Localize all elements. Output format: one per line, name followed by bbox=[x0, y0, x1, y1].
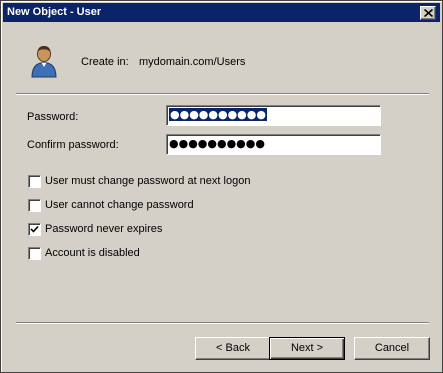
dialog-title: New Object - User bbox=[7, 6, 102, 18]
cancel-button[interactable]: Cancel bbox=[354, 337, 430, 360]
checkbox-label: Password never expires bbox=[45, 223, 163, 235]
confirm-password-label: Confirm password: bbox=[27, 139, 119, 151]
create-in-path: mydomain.com/Users bbox=[139, 56, 246, 68]
checkbox[interactable] bbox=[28, 223, 41, 236]
separator bbox=[16, 93, 429, 95]
checkbox-label: Account is disabled bbox=[45, 247, 140, 259]
checkbox-label: User must change password at next logon bbox=[45, 175, 251, 187]
checkmark-icon bbox=[30, 225, 39, 233]
confirm-password-value: ●●●●●●●●●● bbox=[169, 137, 265, 150]
checkbox-label: User cannot change password bbox=[45, 199, 194, 211]
title-bar[interactable]: New Object - User bbox=[3, 3, 440, 22]
checkbox[interactable] bbox=[28, 199, 41, 212]
close-button[interactable] bbox=[420, 6, 436, 20]
next-button[interactable]: Next > bbox=[269, 337, 345, 360]
user-icon bbox=[31, 46, 57, 78]
create-in-label: Create in: bbox=[81, 56, 129, 68]
checkbox[interactable] bbox=[28, 247, 41, 260]
confirm-password-input[interactable]: ●●●●●●●●●● bbox=[166, 134, 381, 155]
password-value: ●●●●●●●●●● bbox=[169, 108, 267, 121]
close-icon bbox=[424, 9, 433, 17]
password-label: Password: bbox=[27, 111, 79, 123]
back-button[interactable]: < Back bbox=[195, 337, 271, 360]
password-input[interactable]: ●●●●●●●●●● bbox=[166, 105, 381, 126]
dialog-window: New Object - User Create in: mydomain.co… bbox=[0, 0, 443, 373]
checkbox[interactable] bbox=[28, 175, 41, 188]
separator bbox=[16, 322, 429, 324]
